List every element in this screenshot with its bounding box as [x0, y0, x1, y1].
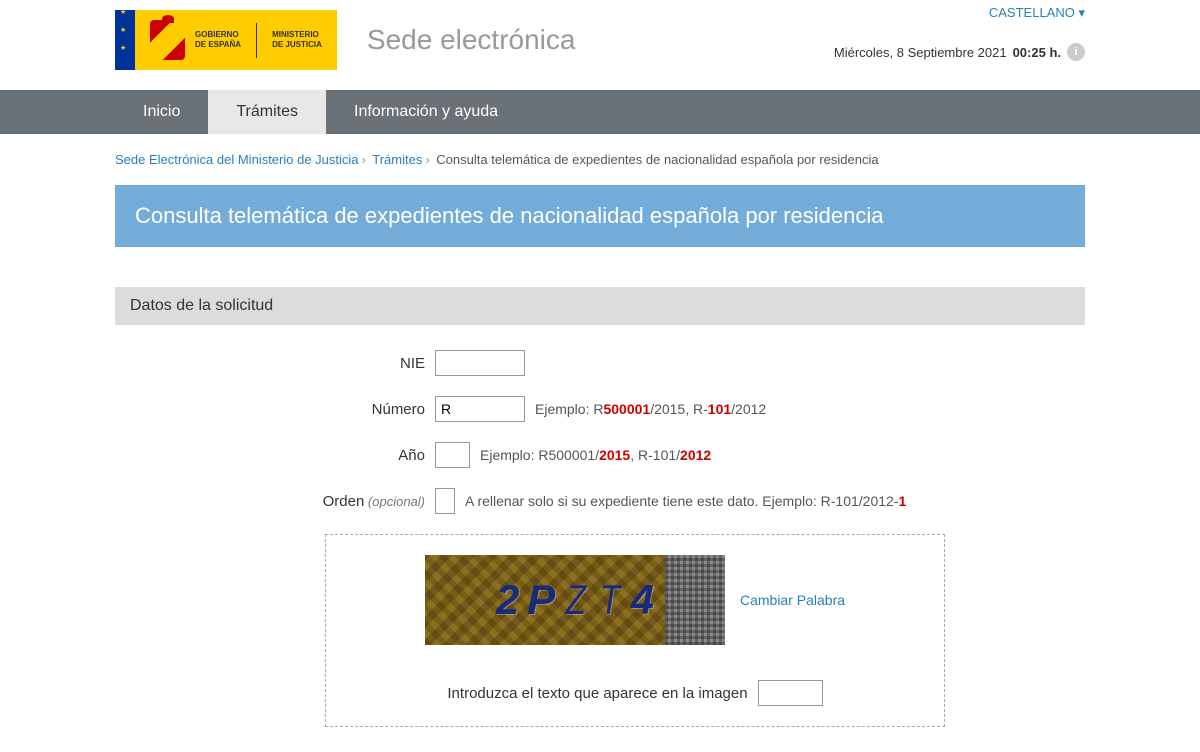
- captcha-image: 2 P Z T 4: [425, 555, 725, 645]
- numero-hint: Ejemplo: R500001/2015, R-101/2012: [535, 401, 766, 417]
- captcha-prompt: Introduzca el texto que aparece en la im…: [447, 685, 747, 702]
- time-text: 00:25 h.: [1013, 45, 1061, 60]
- nav-tramites[interactable]: Trámites: [208, 90, 326, 134]
- header: ★ ★ ★ GOBIERNO DE ESPAÑA MINISTERIO DE J…: [115, 0, 1085, 90]
- breadcrumb-home[interactable]: Sede Electrónica del Ministerio de Justi…: [115, 152, 359, 167]
- gov-label: DE ESPAÑA: [195, 40, 241, 50]
- nav-info[interactable]: Información y ayuda: [326, 90, 526, 134]
- nav-inicio[interactable]: Inicio: [115, 90, 208, 134]
- date-text: Miércoles, 8 Septiembre 2021: [834, 45, 1007, 60]
- coat-of-arms-icon: [150, 20, 185, 60]
- gov-label: GOBIERNO: [195, 30, 241, 40]
- orden-hint: A rellenar solo si su expediente tiene e…: [465, 493, 906, 509]
- nie-input[interactable]: [435, 350, 525, 376]
- breadcrumb: Sede Electrónica del Ministerio de Justi…: [115, 134, 1085, 185]
- ano-input[interactable]: [435, 442, 470, 468]
- main-nav: Inicio Trámites Información y ayuda: [0, 90, 1200, 134]
- site-title: Sede electrónica: [367, 24, 576, 56]
- breadcrumb-current: Consulta telemática de expedientes de na…: [436, 152, 878, 167]
- language-selector[interactable]: CASTELLANO ▾: [834, 5, 1085, 21]
- ano-hint: Ejemplo: R500001/2015, R-101/2012: [480, 447, 711, 463]
- form-area: NIE Número Ejemplo: R500001/2015, R-101/…: [115, 325, 1085, 752]
- captcha-input[interactable]: [758, 680, 823, 706]
- datetime-display: Miércoles, 8 Septiembre 2021 00:25 h. i: [834, 43, 1085, 61]
- numero-input[interactable]: [435, 396, 525, 422]
- numero-label: Número: [115, 401, 435, 418]
- breadcrumb-section[interactable]: Trámites: [372, 152, 422, 167]
- ministry-label: MINISTERIO: [272, 30, 322, 40]
- info-icon[interactable]: i: [1067, 43, 1085, 61]
- section-header: Datos de la solicitud: [115, 287, 1085, 325]
- change-captcha-link[interactable]: Cambiar Palabra: [740, 592, 845, 608]
- ano-label: Año: [115, 447, 435, 464]
- ministry-label: DE JUSTICIA: [272, 40, 322, 50]
- page-title: Consulta telemática de expedientes de na…: [115, 185, 1085, 247]
- government-logo: ★ ★ ★ GOBIERNO DE ESPAÑA MINISTERIO DE J…: [115, 10, 337, 70]
- captcha-box: 2 P Z T 4 Cambiar Palabra Introduzca el …: [325, 534, 945, 727]
- orden-label: Orden (opcional): [115, 493, 435, 510]
- orden-input[interactable]: [435, 488, 455, 514]
- nie-label: NIE: [115, 355, 435, 372]
